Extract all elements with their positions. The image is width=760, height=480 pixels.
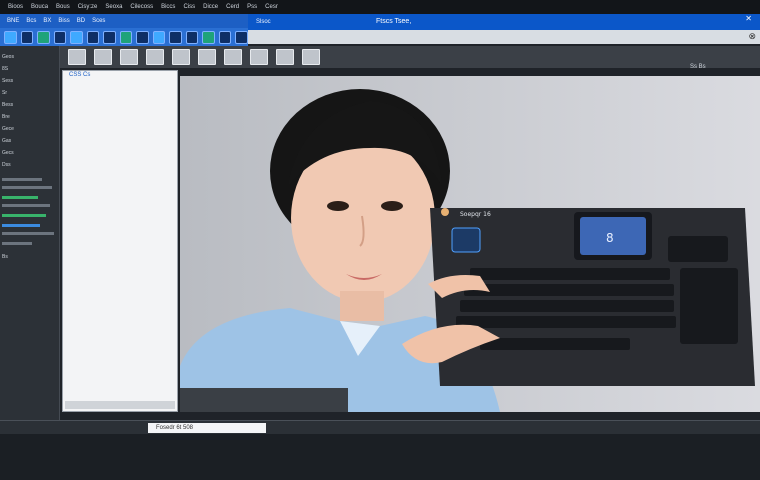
tool-icon[interactable]	[119, 30, 133, 44]
layer-bar[interactable]	[2, 178, 42, 181]
menu-item[interactable]: Cisy:ze	[78, 4, 98, 10]
title-bar: Slsoc Ftscs Tsee,	[248, 14, 760, 30]
sidebar-item[interactable]: Sr	[2, 90, 7, 96]
tool-icon[interactable]	[218, 30, 232, 44]
tool-icon[interactable]	[185, 30, 199, 44]
svg-text:8: 8	[606, 231, 614, 245]
tool-icon[interactable]	[169, 30, 182, 44]
menu-item[interactable]: Cilecoss	[130, 4, 153, 10]
layer-bar[interactable]	[2, 242, 32, 245]
tool-tab[interactable]: BNE	[7, 18, 19, 24]
keyboard-label: Soepqr 16	[460, 211, 491, 218]
sidebar-item[interactable]: Geos	[2, 54, 14, 60]
toolbar-button[interactable]	[198, 49, 216, 65]
file-panel-header: CSS Cs	[69, 72, 91, 78]
sidebar-item[interactable]: Gas	[2, 138, 11, 144]
menu-item[interactable]: Bous	[56, 4, 70, 10]
menu-item[interactable]: Cerd	[226, 4, 239, 10]
bottom-panel	[0, 434, 760, 480]
layer-bar[interactable]	[2, 204, 50, 207]
layer-bar[interactable]	[2, 232, 54, 235]
layers-sidebar: Geos 8S Sess Sr Bess Bre Gece Gas Gecs D…	[0, 46, 60, 426]
toolbar-button[interactable]	[224, 49, 242, 65]
toolbar-button[interactable]	[276, 49, 294, 65]
sidebar-item[interactable]: Bre	[2, 114, 10, 120]
toolbar-button[interactable]	[172, 49, 190, 65]
sidebar-item[interactable]: Gece	[2, 126, 14, 132]
tool-icon[interactable]	[53, 30, 67, 44]
image-toolbar	[60, 46, 760, 68]
menu-item[interactable]: Biccs	[161, 4, 175, 10]
menu-item[interactable]: Dicce	[203, 4, 218, 10]
tool-icon[interactable]	[152, 30, 166, 44]
menu-bar: Bioos Bouca Bous Cisy:ze Seoxa Cilecoss …	[0, 0, 760, 14]
sidebar-item[interactable]: Bess	[2, 102, 13, 108]
sidebar-item[interactable]: Gecs	[2, 150, 14, 156]
tool-tab[interactable]: BX	[43, 18, 51, 24]
layer-bar[interactable]	[2, 196, 38, 199]
layer-bar[interactable]	[2, 214, 46, 217]
status-bar: Fosedr 6t 508	[0, 420, 760, 434]
menu-item[interactable]: Bouca	[31, 4, 48, 10]
menu-item[interactable]: Seoxa	[105, 4, 122, 10]
address-bar[interactable]: ⊗	[248, 30, 760, 44]
layer-bar[interactable]	[2, 186, 52, 189]
menu-item[interactable]: Ciss	[183, 4, 195, 10]
tool-icon[interactable]	[202, 30, 215, 44]
close-icon[interactable]: ✕	[745, 14, 752, 23]
toolbar-button[interactable]	[120, 49, 138, 65]
toolbar-button[interactable]	[94, 49, 112, 65]
tool-tab[interactable]: Sces	[92, 18, 105, 24]
menu-item[interactable]: Pss	[247, 4, 257, 10]
tool-icon-row	[0, 28, 248, 46]
toolbar-button[interactable]	[302, 49, 320, 65]
toolbar-button[interactable]	[250, 49, 268, 65]
tool-icon[interactable]	[20, 30, 34, 44]
tool-tab[interactable]: Bcs	[26, 18, 36, 24]
sidebar-item[interactable]: Sess	[2, 78, 13, 84]
toolbar-button[interactable]	[68, 49, 86, 65]
tool-icon[interactable]	[103, 30, 116, 44]
window-title: Ftscs Tsee,	[376, 18, 412, 25]
tool-tab[interactable]: BD	[77, 18, 85, 24]
tool-icon[interactable]	[37, 30, 50, 44]
menu-item[interactable]: Cesr	[265, 4, 278, 10]
status-field[interactable]: Fosedr 6t 508	[148, 423, 266, 433]
file-panel-footer	[65, 401, 175, 409]
tool-panel-tabs: BNE Bcs BX Biss BD Sces	[0, 14, 248, 28]
tool-panel: BNE Bcs BX Biss BD Sces	[0, 14, 248, 46]
tool-icon[interactable]	[136, 30, 149, 44]
tool-icon[interactable]	[70, 30, 83, 44]
tool-icon[interactable]	[235, 30, 248, 44]
image-canvas[interactable]: 8 Soepqr 16	[180, 76, 760, 412]
app-logo-icon[interactable]	[4, 30, 17, 44]
toolbar-button[interactable]	[146, 49, 164, 65]
layer-bar[interactable]	[2, 224, 40, 227]
tool-tab[interactable]: Biss	[58, 18, 69, 24]
sidebar-item[interactable]: Bs	[2, 254, 8, 260]
canvas-info: Ss Bs	[690, 64, 706, 70]
canvas-illustration: 8 Soepqr 16	[180, 76, 760, 412]
sidebar-item[interactable]: Dss	[2, 162, 11, 168]
close-icon[interactable]: ⊗	[748, 31, 756, 42]
sidebar-item[interactable]: 8S	[2, 66, 8, 72]
title-label: Slsoc	[256, 19, 271, 25]
file-panel: CSS Cs	[62, 70, 178, 412]
menu-item[interactable]: Bioos	[8, 4, 23, 10]
tool-icon[interactable]	[86, 30, 100, 44]
